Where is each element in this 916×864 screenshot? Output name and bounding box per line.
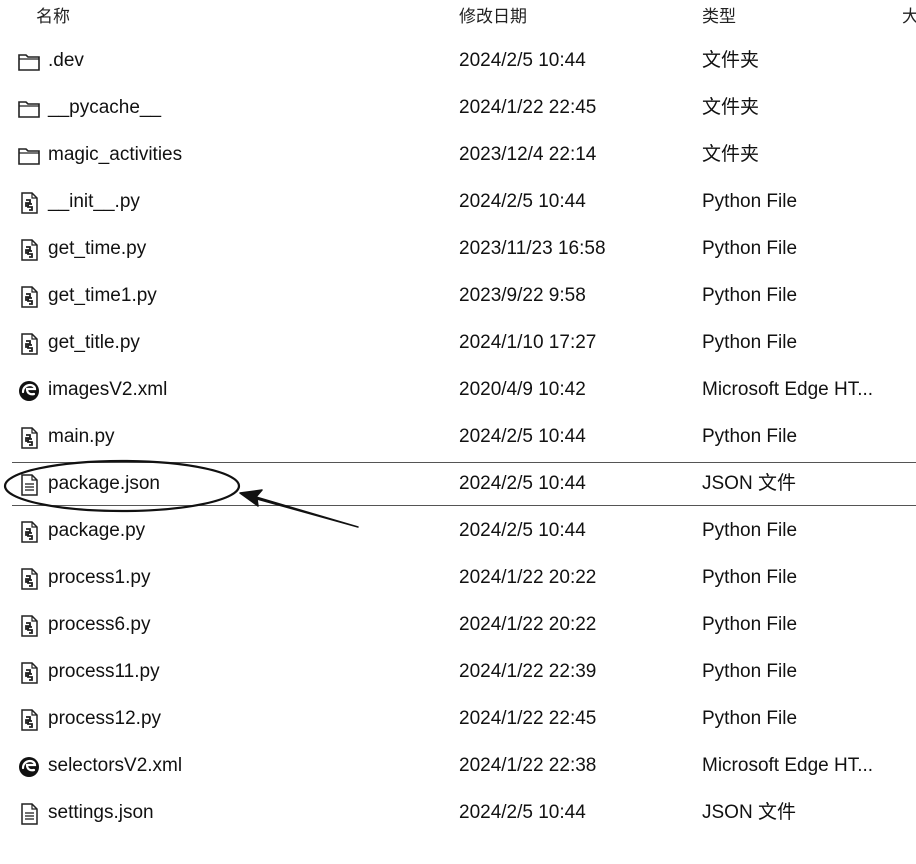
file-date-modified: 2024/1/22 22:45 [459, 708, 597, 729]
file-date-modified: 2023/9/22 9:58 [459, 285, 586, 306]
file-type: Python File [702, 708, 798, 729]
column-header-date-modified[interactable]: 修改日期 [459, 2, 527, 27]
file-list: .dev 2024/2/5 10:44 文件夹 __pycache__ 2024/1/2… [0, 38, 916, 837]
file-name[interactable]: main.py [48, 426, 115, 448]
json-file-icon [17, 473, 41, 497]
file-row[interactable]: main.py 2024/2/5 10:44 Python File [0, 414, 916, 461]
file-type: Python File [702, 520, 798, 541]
file-row[interactable]: selectorsV2.xml 2024/1/22 22:38 Microsoft … [0, 743, 916, 790]
file-type: Python File [702, 614, 798, 635]
file-date-modified: 2024/1/10 17:27 [459, 332, 597, 353]
file-name[interactable]: get_time1.py [48, 285, 157, 307]
file-date-modified: 2020/4/9 10:42 [459, 379, 586, 400]
file-row[interactable]: package.json 2024/2/5 10:44 JSON 文件 [0, 461, 916, 508]
file-name[interactable]: selectorsV2.xml [48, 755, 182, 777]
file-name[interactable]: imagesV2.xml [48, 379, 167, 401]
file-row[interactable]: process6.py 2024/1/22 20:22 Python File [0, 602, 916, 649]
file-date-modified: 2024/1/22 22:38 [459, 755, 597, 776]
file-date-modified: 2024/1/22 22:45 [459, 97, 597, 118]
python-file-icon [17, 191, 41, 215]
file-date-modified: 2024/2/5 10:44 [459, 191, 586, 212]
file-name[interactable]: __pycache__ [48, 97, 161, 119]
python-file-icon [17, 426, 41, 450]
file-date-modified: 2024/1/22 20:22 [459, 614, 597, 635]
file-name[interactable]: process1.py [48, 567, 150, 589]
file-row[interactable]: process1.py 2024/1/22 20:22 Python File [0, 555, 916, 602]
column-header-type[interactable]: 类型 [702, 2, 736, 27]
file-row[interactable]: imagesV2.xml 2020/4/9 10:42 Microsoft Edge… [0, 367, 916, 414]
file-name[interactable]: package.py [48, 520, 145, 542]
python-file-icon [17, 332, 41, 356]
file-row[interactable]: package.py 2024/2/5 10:44 Python File [0, 508, 916, 555]
file-row[interactable]: settings.json 2024/2/5 10:44 JSON 文件 [0, 790, 916, 837]
file-row[interactable]: .dev 2024/2/5 10:44 文件夹 [0, 38, 916, 85]
file-name[interactable]: settings.json [48, 802, 154, 824]
file-name[interactable]: get_title.py [48, 332, 140, 354]
folder-icon [17, 144, 41, 168]
file-type: JSON 文件 [702, 473, 796, 494]
python-file-icon [17, 520, 41, 544]
file-date-modified: 2024/2/5 10:44 [459, 426, 586, 447]
file-date-modified: 2024/2/5 10:44 [459, 50, 586, 71]
file-type: Microsoft Edge HT... [702, 755, 874, 776]
file-name[interactable]: process12.py [48, 708, 161, 730]
file-row[interactable]: get_time.py 2023/11/23 16:58 Python File [0, 226, 916, 273]
python-file-icon [17, 708, 41, 732]
edge-icon [17, 379, 41, 403]
file-date-modified: 2024/2/5 10:44 [459, 802, 586, 823]
column-header-size[interactable]: 大 [902, 2, 916, 27]
file-name[interactable]: __init__.py [48, 191, 140, 213]
python-file-icon [17, 567, 41, 591]
folder-icon [17, 50, 41, 74]
file-type: Python File [702, 661, 798, 682]
column-header-name[interactable]: 名称 [36, 2, 70, 27]
file-row[interactable]: __pycache__ 2024/1/22 22:45 文件夹 [0, 85, 916, 132]
file-name[interactable]: .dev [48, 50, 84, 72]
python-file-icon [17, 285, 41, 309]
folder-icon [17, 97, 41, 121]
file-type: Python File [702, 332, 798, 353]
file-type: 文件夹 [702, 50, 760, 71]
file-type: 文件夹 [702, 144, 760, 165]
python-file-icon [17, 238, 41, 262]
file-name[interactable]: get_time.py [48, 238, 146, 260]
column-header: 名称 修改日期 类型 大 [0, 0, 916, 30]
file-row[interactable]: get_time1.py 2023/9/22 9:58 Python File [0, 273, 916, 320]
file-name[interactable]: magic_activities [48, 144, 182, 166]
file-date-modified: 2023/11/23 16:58 [459, 238, 606, 259]
file-type: Python File [702, 191, 798, 212]
edge-icon [17, 755, 41, 779]
file-row[interactable]: magic_activities 2023/12/4 22:14 文件夹 [0, 132, 916, 179]
file-date-modified: 2024/1/22 22:39 [459, 661, 597, 682]
file-row[interactable]: process11.py 2024/1/22 22:39 Python File [0, 649, 916, 696]
file-name[interactable]: process11.py [48, 661, 160, 683]
json-file-icon [17, 802, 41, 826]
file-date-modified: 2024/1/22 20:22 [459, 567, 597, 588]
file-date-modified: 2024/2/5 10:44 [459, 520, 586, 541]
file-row[interactable]: get_title.py 2024/1/10 17:27 Python File [0, 320, 916, 367]
file-row[interactable]: process12.py 2024/1/22 22:45 Python File [0, 696, 916, 743]
file-row[interactable]: __init__.py 2024/2/5 10:44 Python File [0, 179, 916, 226]
file-type: 文件夹 [702, 97, 760, 118]
file-type: JSON 文件 [702, 802, 796, 823]
file-type: Python File [702, 285, 798, 306]
file-date-modified: 2023/12/4 22:14 [459, 144, 597, 165]
file-type: Microsoft Edge HT... [702, 379, 874, 400]
file-name[interactable]: package.json [48, 473, 160, 495]
file-type: Python File [702, 567, 798, 588]
file-name[interactable]: process6.py [48, 614, 150, 636]
python-file-icon [17, 614, 41, 638]
file-date-modified: 2024/2/5 10:44 [459, 473, 586, 494]
python-file-icon [17, 661, 41, 685]
file-type: Python File [702, 238, 798, 259]
file-type: Python File [702, 426, 798, 447]
